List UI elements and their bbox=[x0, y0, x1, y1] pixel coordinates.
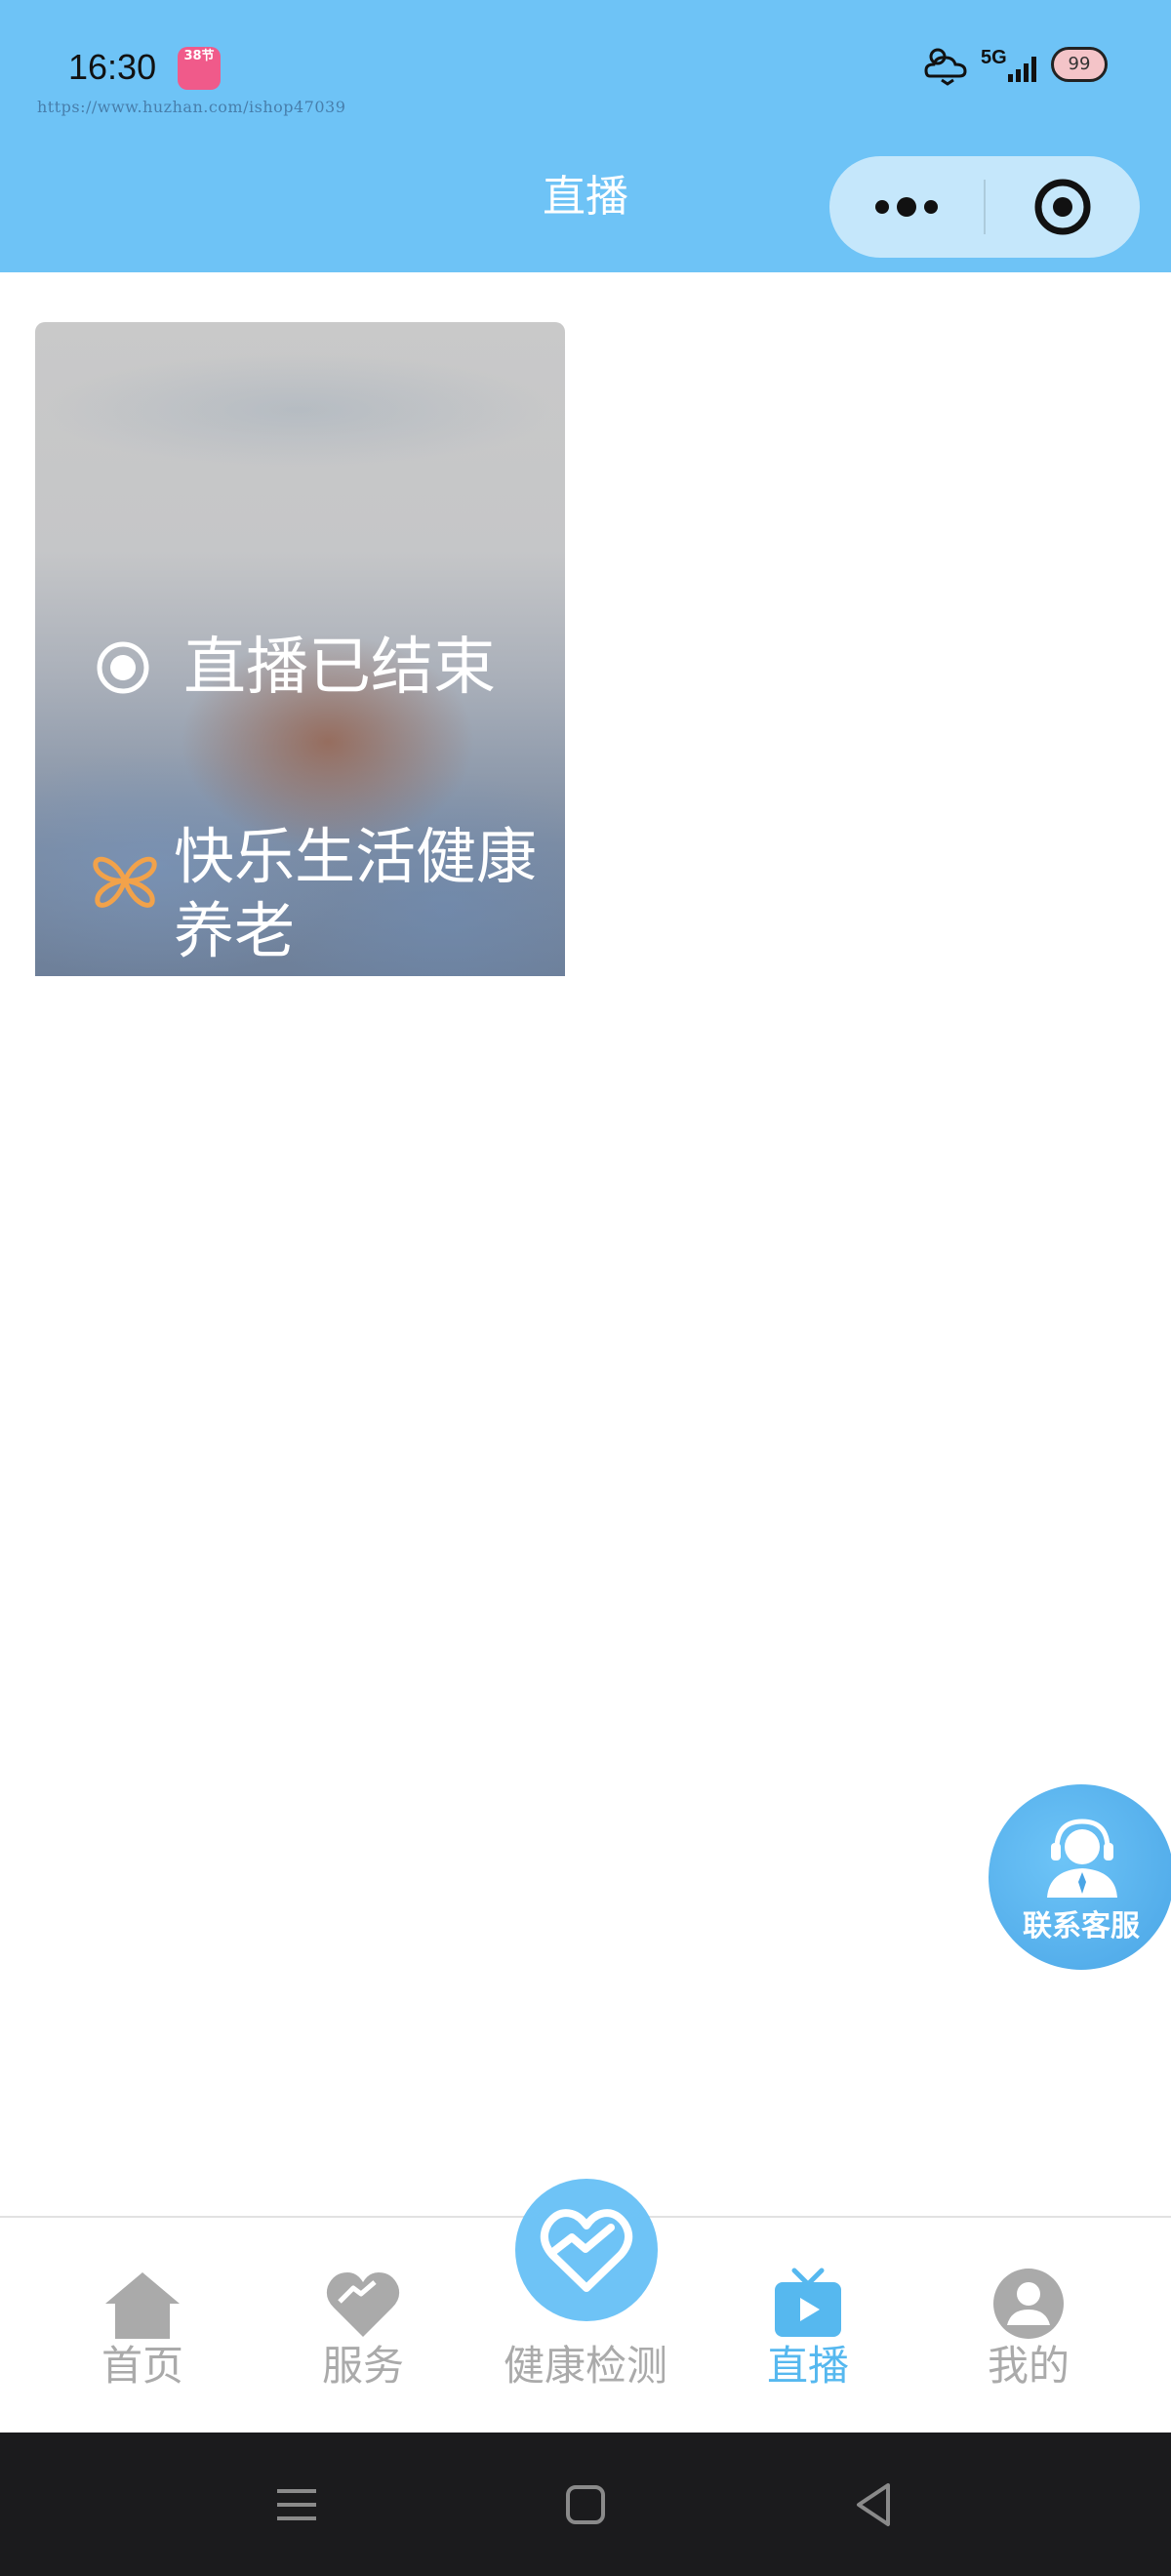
heart-pulse-icon bbox=[540, 2209, 633, 2292]
customer-service-agent-icon bbox=[1047, 1819, 1117, 1898]
home-square-icon[interactable] bbox=[556, 2475, 615, 2534]
more-button[interactable] bbox=[829, 156, 984, 258]
app-notification-icon: 38节 bbox=[178, 47, 221, 90]
health-check-bubble bbox=[515, 2179, 658, 2321]
home-icon bbox=[105, 2272, 180, 2339]
header: 16:30 38节 https://www.huzhan.com/ishop47… bbox=[0, 0, 1171, 272]
target-close-icon bbox=[1034, 179, 1091, 235]
page: 16:30 38节 https://www.huzhan.com/ishop47… bbox=[0, 0, 1171, 2576]
butterfly-logo-icon bbox=[93, 856, 157, 908]
back-icon[interactable] bbox=[845, 2475, 904, 2534]
customer-service-label: 联系客服 bbox=[1023, 1909, 1140, 1943]
live-title: 快乐生活健康养老 bbox=[174, 821, 538, 966]
url-watermark: https://www.huzhan.com/ishop47039 bbox=[37, 98, 346, 116]
live-status-text: 直播已结束 bbox=[183, 632, 496, 704]
signal-bars-icon bbox=[1008, 57, 1036, 82]
tab-mine-label: 我的 bbox=[987, 2342, 1070, 2390]
tab-home-label: 首页 bbox=[101, 2342, 183, 2390]
customer-service-button[interactable]: 联系客服 bbox=[989, 1784, 1171, 1970]
mini-program-capsule bbox=[829, 156, 1140, 258]
tab-home[interactable]: 首页 bbox=[45, 2218, 240, 2434]
tab-live-label: 直播 bbox=[766, 2342, 849, 2390]
weather-cloud-icon bbox=[924, 48, 967, 86]
menu-icon[interactable] bbox=[267, 2475, 326, 2534]
status-indicators: 5G 99 bbox=[922, 41, 1117, 90]
network-type: 5G bbox=[981, 47, 1007, 68]
tab-mine[interactable]: 我的 bbox=[931, 2218, 1126, 2434]
tv-play-icon bbox=[775, 2268, 841, 2337]
user-icon bbox=[993, 2269, 1064, 2339]
status-time: 16:30 bbox=[68, 47, 157, 87]
live-status: 直播已结束 bbox=[96, 632, 554, 704]
more-dots-icon bbox=[875, 197, 938, 217]
system-navigation-bar bbox=[0, 2433, 1171, 2576]
tab-service[interactable]: 服务 bbox=[265, 2218, 461, 2434]
tab-service-label: 服务 bbox=[321, 2342, 404, 2390]
battery-indicator: 99 bbox=[1051, 47, 1108, 82]
close-button[interactable] bbox=[986, 156, 1140, 258]
heart-icon bbox=[326, 2272, 400, 2337]
tab-health-check-label: 健康检测 bbox=[503, 2342, 667, 2390]
live-ended-icon bbox=[97, 641, 149, 694]
tab-live[interactable]: 直播 bbox=[710, 2218, 906, 2434]
live-title-row: 快乐生活健康养老 bbox=[92, 820, 560, 976]
bottom-tab-bar: 首页 服务 健康检测 直播 我的 bbox=[0, 2179, 1171, 2434]
tab-health-check[interactable]: 健康检测 bbox=[488, 2179, 683, 2434]
live-room-card[interactable]: 直播已结束 快乐生活健康养老 bbox=[35, 322, 565, 976]
